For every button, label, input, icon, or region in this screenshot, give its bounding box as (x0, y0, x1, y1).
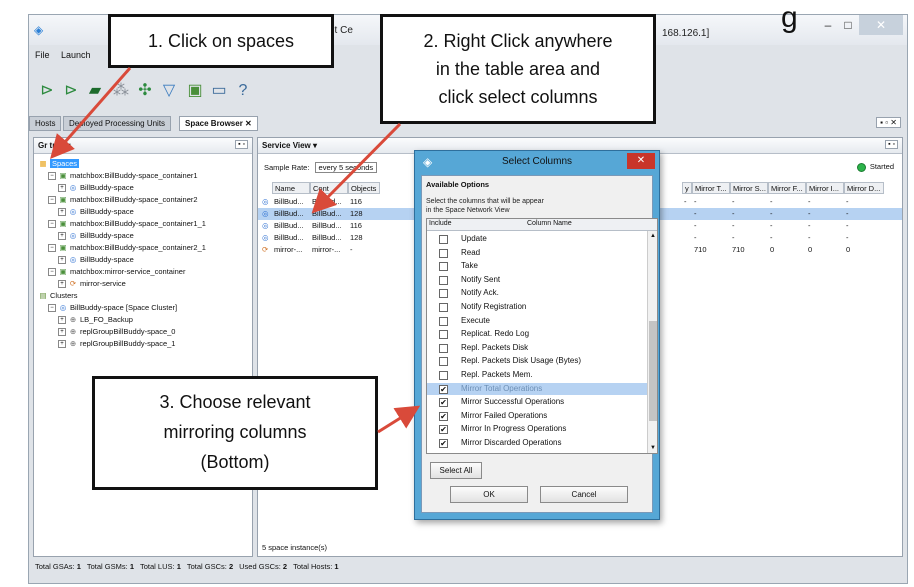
arrow-to-spaces (50, 67, 132, 160)
arrow-to-columns (377, 405, 421, 434)
arrow-to-table (311, 122, 402, 214)
callout-arrows (50, 67, 421, 434)
